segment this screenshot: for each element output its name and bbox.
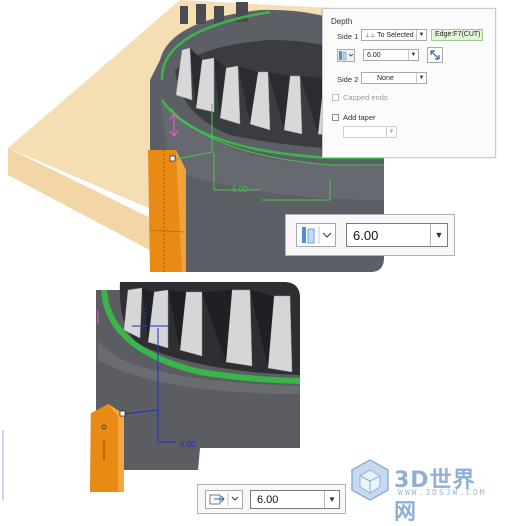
depth-control-bar: 6.00 ▼ [197, 484, 346, 514]
panel-title: Depth [331, 17, 353, 26]
depth-type-button[interactable] [337, 49, 355, 62]
capped-ends-checkbox[interactable] [332, 94, 339, 101]
chevron-down-icon: ▼ [416, 30, 426, 40]
side2-depth-dropdown[interactable]: None ▼ [361, 72, 427, 84]
side1-depth-dropdown[interactable]: ⊥⊥ To Selected ▼ [361, 29, 427, 41]
chevron-down-icon: ▼ [416, 73, 426, 83]
side1-reference-collector[interactable]: Edge:F7(CUT) [431, 29, 483, 41]
watermark-logo: 3D世界网 WWW.3DSJW.COM [348, 456, 498, 525]
side1-label: Side 1 [337, 32, 359, 41]
watermark-url: WWW.3DSJW.COM [398, 488, 487, 497]
drag-handle [119, 410, 126, 417]
chevron-down-icon: ▼ [430, 224, 447, 246]
depth-value-input[interactable]: 6.00 ▼ [346, 223, 448, 247]
side2-label: Side 2 [337, 75, 359, 84]
chevron-down-icon: ▼ [324, 491, 339, 508]
depth-control-bar: 6.00 ▼ [285, 214, 455, 256]
add-taper-checkbox[interactable] [332, 114, 339, 121]
depth-value-input[interactable]: 6.00 ▼ [250, 490, 340, 509]
depth-type-button[interactable] [296, 223, 336, 247]
side1-depth-value: To Selected [377, 32, 414, 39]
flip-direction-button[interactable] [427, 47, 443, 63]
depth-options-panel: Depth Side 1 ⊥⊥ To Selected ▼ Edge:F7(CU… [322, 8, 496, 158]
depth-to-reference-icon [209, 493, 239, 506]
dimension-label[interactable]: 6.00 [180, 440, 196, 449]
cube-logo-icon [351, 459, 389, 501]
capped-ends-label: Capped ends [343, 93, 388, 102]
drag-handle [169, 155, 176, 162]
dimension-label[interactable]: 6.00 [232, 185, 248, 194]
flip-arrow-icon [430, 50, 440, 60]
depth-to-selected-icon [302, 226, 332, 244]
to-selected-icon: ⊥⊥ [365, 33, 378, 39]
depth-type-button[interactable] [205, 490, 243, 509]
depth-to-selected-icon [339, 51, 354, 61]
chevron-down-icon: ▼ [386, 127, 396, 137]
taper-angle-input[interactable]: ▼ [343, 126, 397, 138]
chevron-down-icon: ▼ [408, 50, 418, 60]
depth-value-input[interactable]: 6.00 ▼ [363, 49, 419, 61]
bottom-view-scene [90, 282, 300, 492]
rib-feature [90, 404, 124, 492]
add-taper-label: Add taper [343, 113, 376, 122]
